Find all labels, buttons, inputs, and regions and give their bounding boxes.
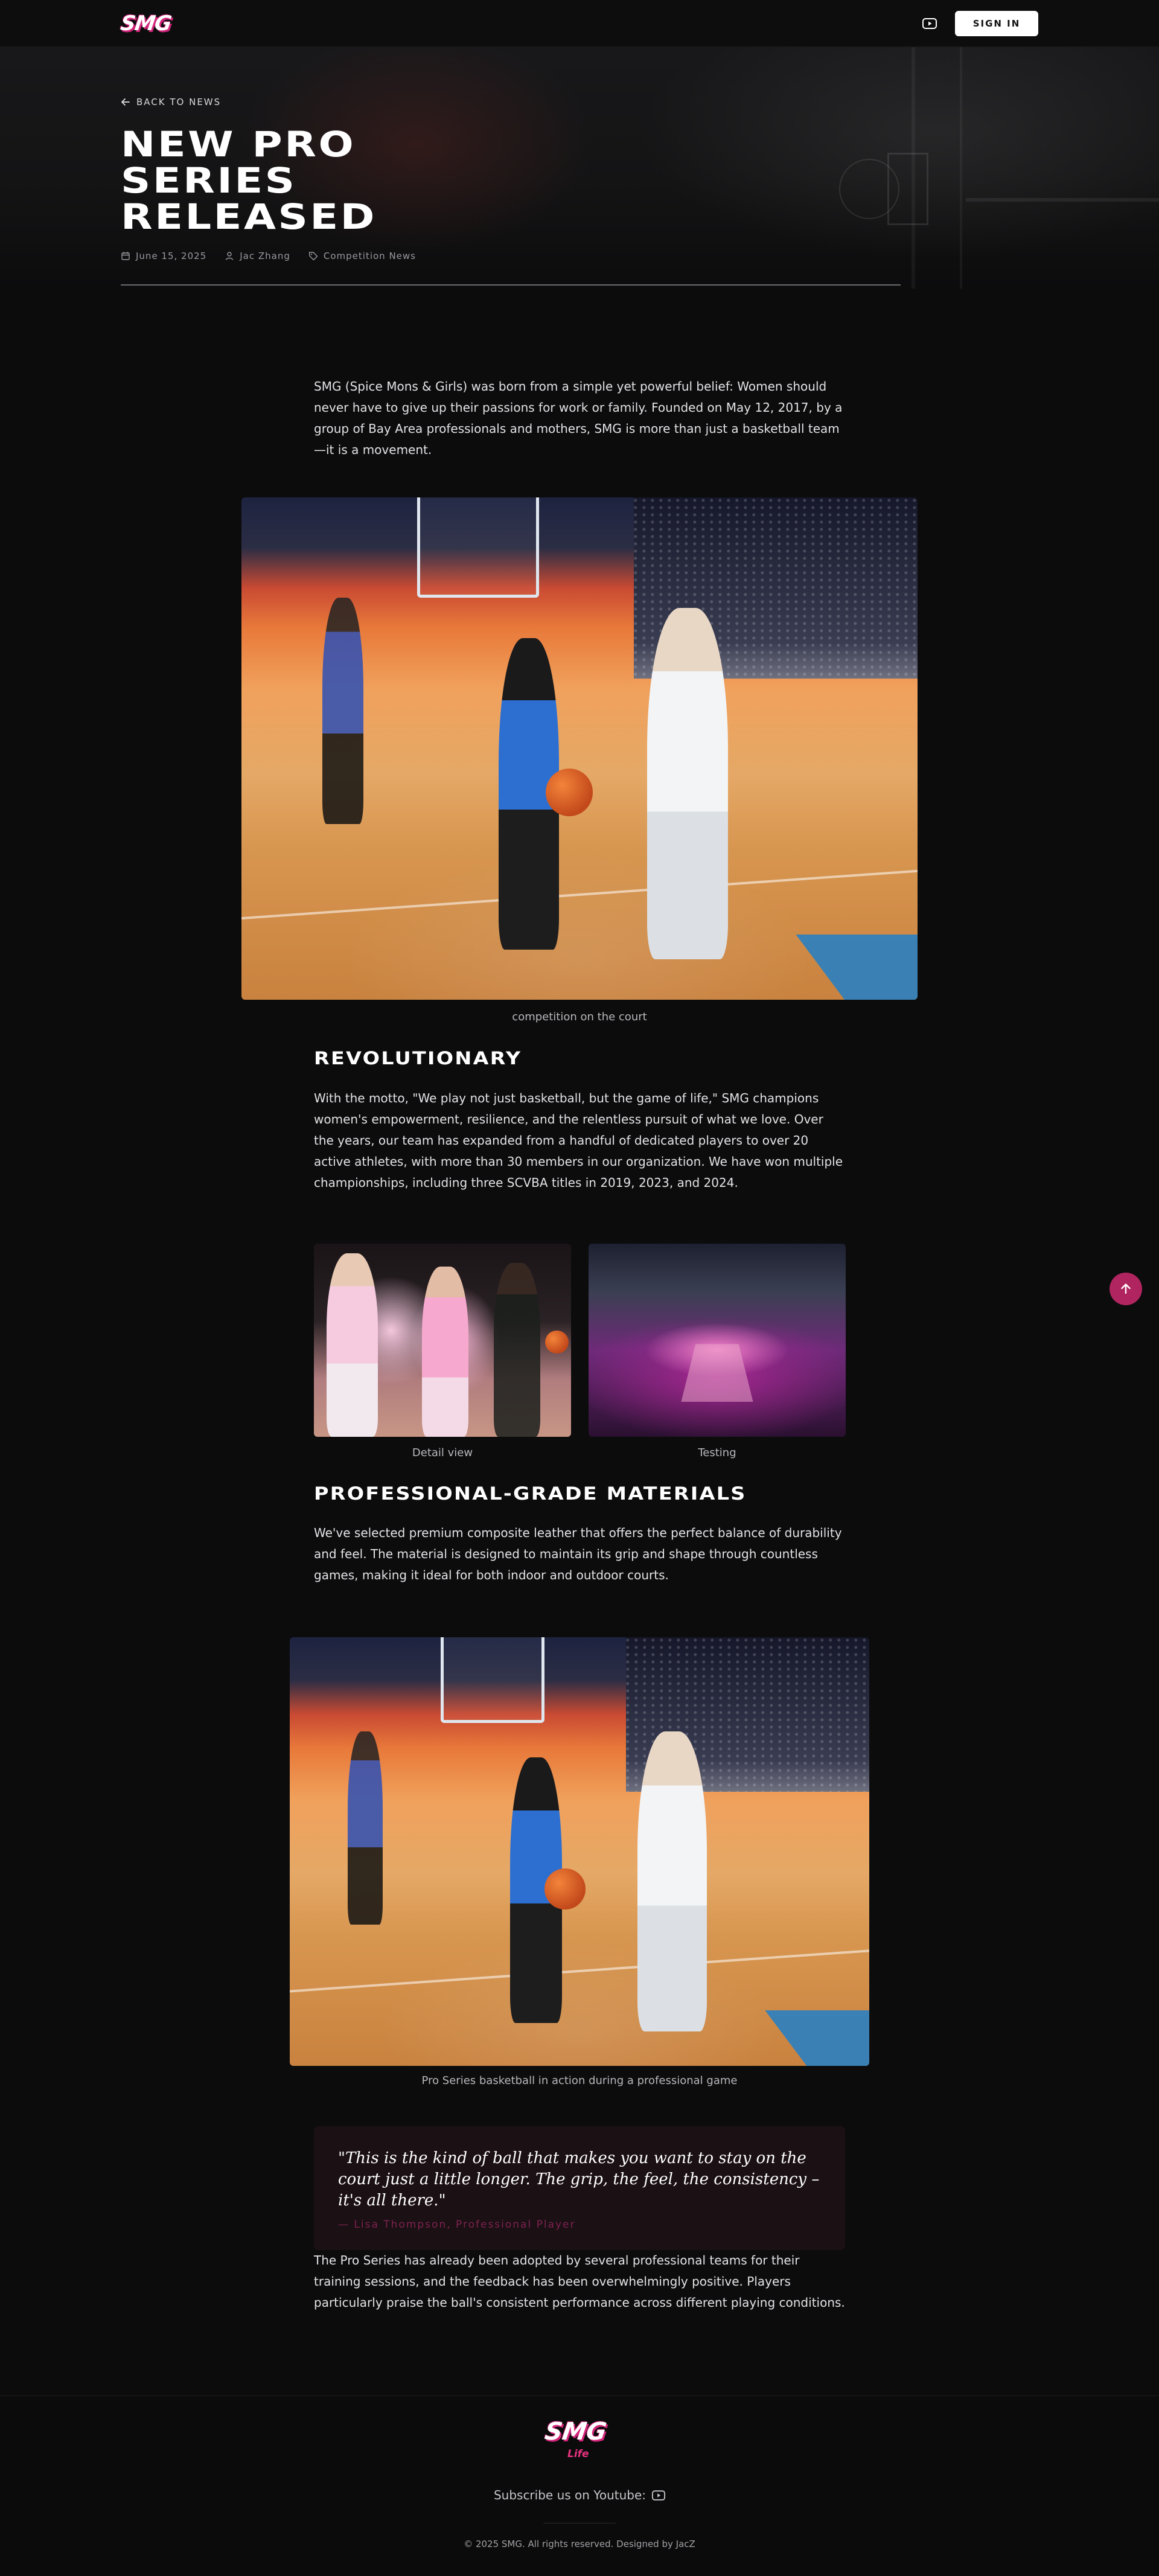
testimonial-quote: "This is the kind of ball that makes you… xyxy=(314,2126,845,2250)
smg-logo[interactable]: SMG xyxy=(119,11,173,36)
footer-tagline: Life xyxy=(567,2448,589,2460)
player-figure xyxy=(327,1253,378,1437)
youtube-icon[interactable] xyxy=(922,18,937,29)
player-figure xyxy=(647,608,729,960)
gallery-image-detail[interactable] xyxy=(314,1244,571,1437)
gallery-caption-detail: Detail view xyxy=(412,1446,473,1459)
arrow-left-icon xyxy=(121,98,130,106)
player-figure xyxy=(637,1731,707,2032)
user-icon xyxy=(226,252,234,260)
basketball xyxy=(545,1331,569,1354)
quote-text: "This is the kind of ball that makes you… xyxy=(338,2149,820,2210)
quote-author: — Lisa Thompson, Professional Player xyxy=(338,2219,576,2231)
player-figure xyxy=(322,598,363,824)
closing-paragraph: The Pro Series has already been adopted … xyxy=(314,2253,845,2310)
pillar-decor xyxy=(960,47,962,289)
hoop-decor xyxy=(417,497,539,598)
scroll-to-top-button[interactable] xyxy=(1110,1273,1142,1305)
sign-in-button[interactable]: SIGN IN xyxy=(955,10,1038,36)
article-body: SMG (Spice Mons & Girls) was born from a… xyxy=(0,289,1159,2395)
image2-caption: Pro Series basketball in action during a… xyxy=(421,2074,738,2087)
back-to-news-label: BACK TO NEWS xyxy=(136,97,222,107)
pillar-decor xyxy=(912,47,915,289)
player-figure xyxy=(494,1263,540,1437)
hero-content: BACK TO NEWS NEW PRO SERIES RELEASED Jun… xyxy=(121,47,901,286)
calendar-icon xyxy=(121,252,130,260)
author-text: Jac Zhang xyxy=(240,251,290,261)
meta-category: Competition News xyxy=(308,251,416,261)
youtube-icon[interactable] xyxy=(652,2490,666,2501)
player-figure xyxy=(421,1267,468,1437)
subscribe-label: Subscribe us on Youtube: xyxy=(493,2488,647,2502)
image1-caption: competition on the court xyxy=(512,1011,647,1023)
top-nav: SMG SIGN IN xyxy=(0,0,1159,47)
revolutionary-paragraph: With the motto, "We play not just basket… xyxy=(314,1091,843,1190)
back-to-news-link[interactable]: BACK TO NEWS xyxy=(121,97,221,107)
article-meta: June 15, 2025 Jac Zhang Competition News xyxy=(121,251,901,286)
hero-banner: BACK TO NEWS NEW PRO SERIES RELEASED Jun… xyxy=(0,47,1159,289)
rail-decor xyxy=(966,198,1159,202)
section-heading-revolutionary: REVOLUTIONARY xyxy=(314,1048,522,1069)
gallery-image-testing[interactable] xyxy=(589,1244,846,1437)
player-figure xyxy=(348,1731,383,1925)
tag-icon xyxy=(308,252,318,261)
subscribe-row: Subscribe us on Youtube: xyxy=(0,2488,1159,2502)
arena-image xyxy=(589,1244,846,1437)
copyright-text: © 2025 SMG. All rights reserved. Designe… xyxy=(464,2539,695,2549)
site-footer: SMG Life Subscribe us on Youtube: © 2025… xyxy=(0,2395,1159,2576)
basketball xyxy=(544,1868,586,1910)
date-text: June 15, 2025 xyxy=(136,251,207,261)
hoop-decor xyxy=(440,1637,545,1723)
category-text: Competition News xyxy=(323,251,416,261)
gallery-caption-testing: Testing xyxy=(698,1446,736,1459)
nav-actions: SIGN IN xyxy=(922,10,1038,36)
meta-date: June 15, 2025 xyxy=(121,251,206,261)
intro-paragraph: SMG (Spice Mons & Girls) was born from a… xyxy=(314,379,843,457)
footer-logo[interactable]: SMG xyxy=(543,2418,608,2446)
meta-author: Jac Zhang xyxy=(225,251,290,261)
pro-series-photo xyxy=(290,1637,869,2066)
arrow-up-icon xyxy=(1121,1283,1131,1294)
competition-photo xyxy=(241,497,918,1000)
article-title: NEW PRO SERIES RELEASED xyxy=(121,124,377,237)
materials-paragraph: We've selected premium composite leather… xyxy=(314,1526,842,1582)
section-heading-materials: PROFESSIONAL-GRADE MATERIALS xyxy=(314,1483,747,1504)
